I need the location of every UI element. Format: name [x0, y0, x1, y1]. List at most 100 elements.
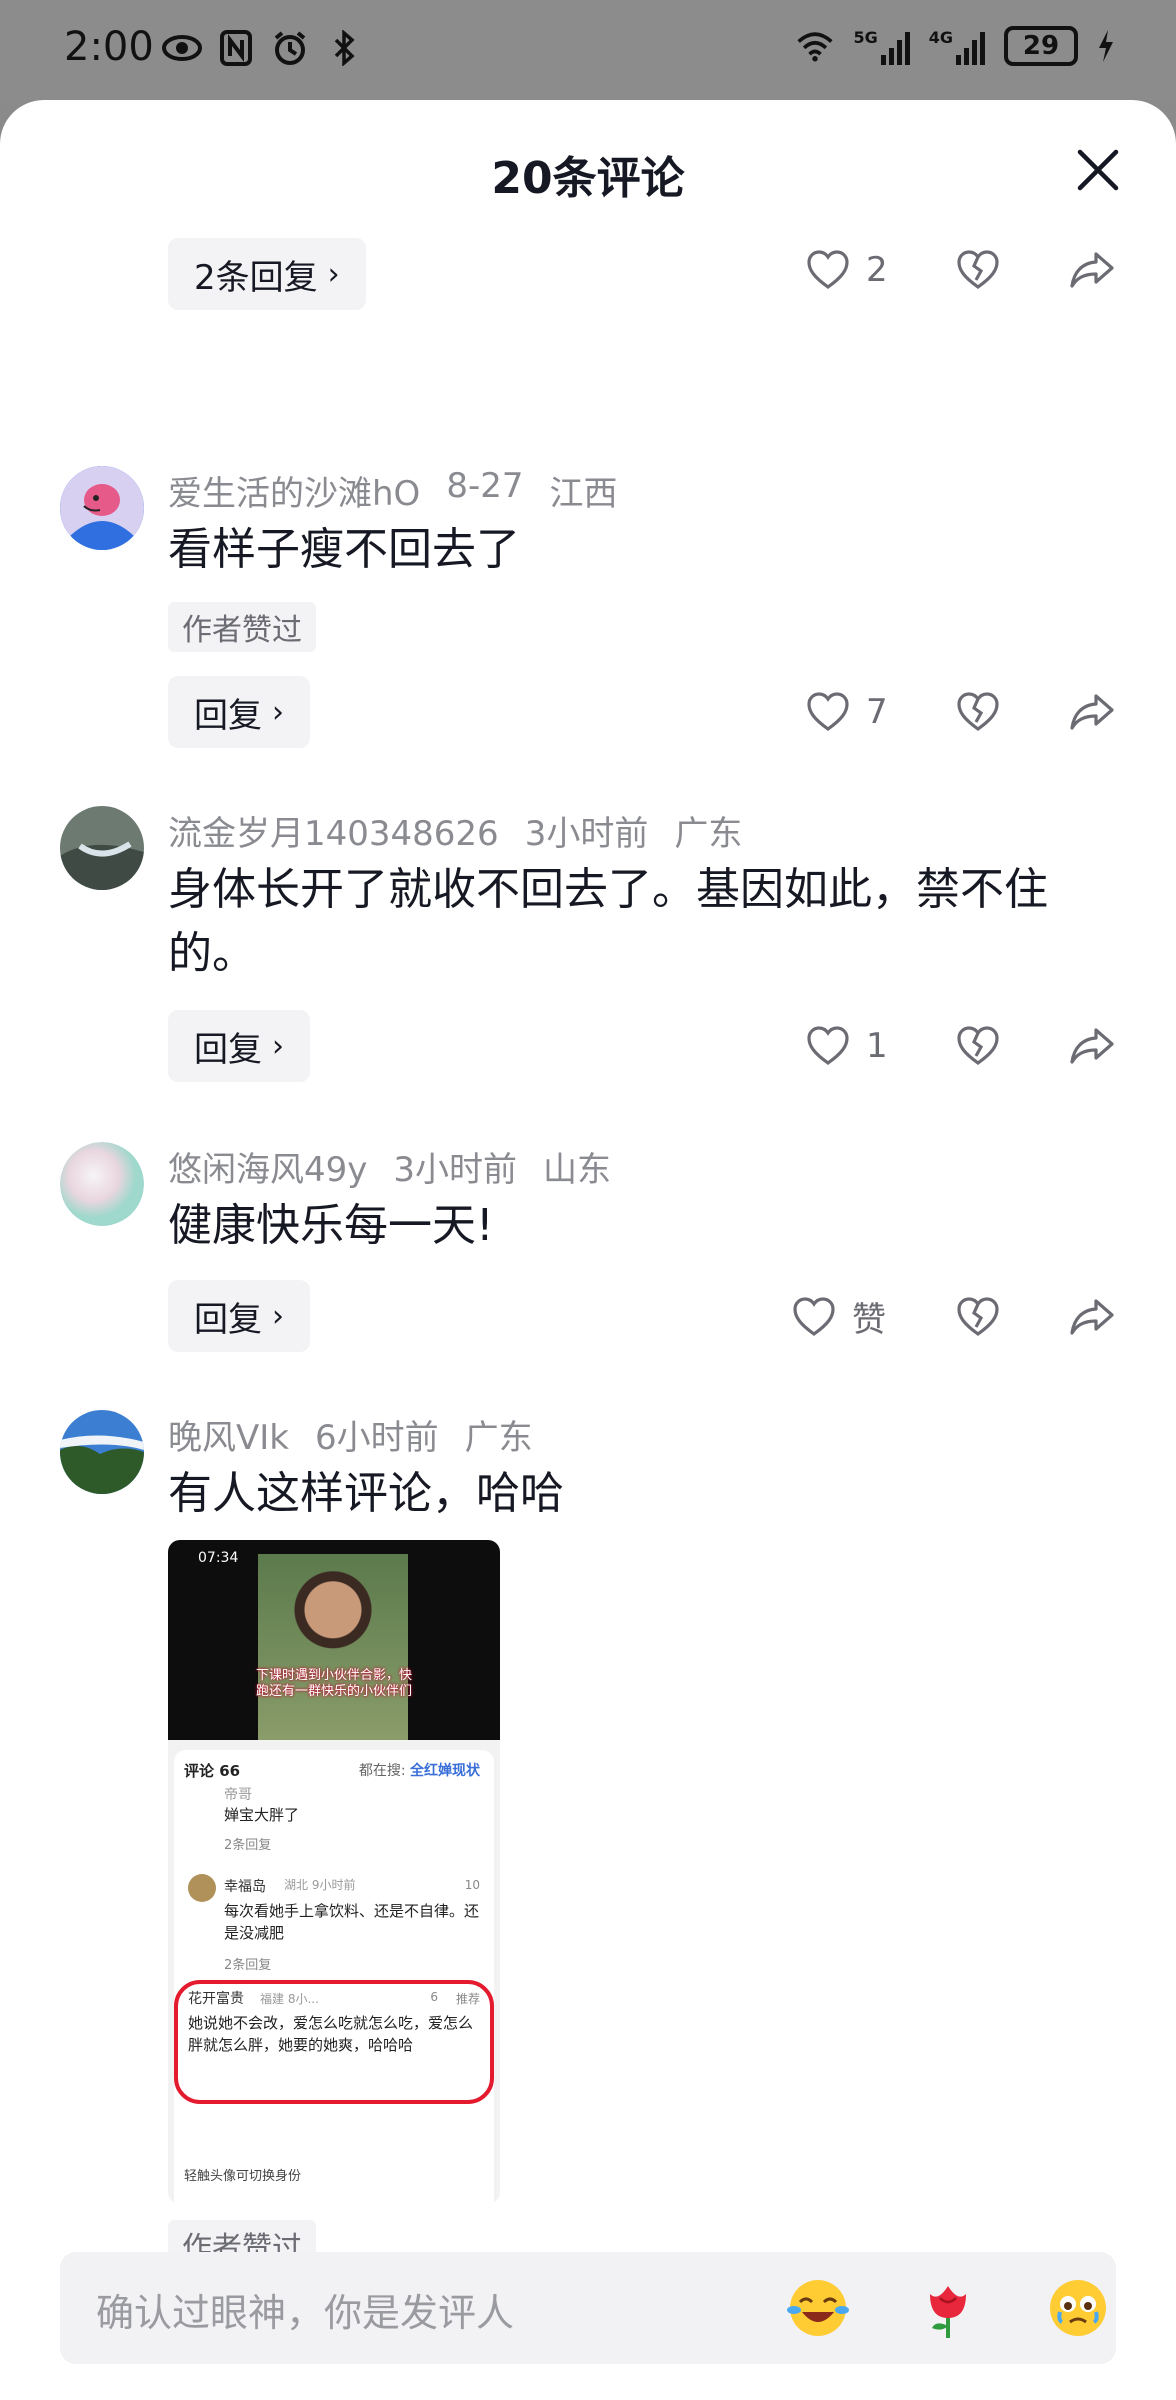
signal-4g-icon: 4G	[929, 28, 986, 65]
embed-search-prefix: 都在搜:	[358, 1763, 406, 1779]
embed-footer-hint: 轻触头像可切换身份	[184, 2169, 302, 2184]
heart-icon	[807, 692, 849, 731]
comment-text: 有人这样评论，哈哈	[168, 1468, 564, 1519]
broken-heart-icon[interactable]	[954, 1293, 1002, 1341]
view-replies-label: 2条回复	[194, 257, 318, 298]
avatar[interactable]	[60, 1410, 144, 1494]
comment-username[interactable]: 悠闲海风49y	[168, 1142, 367, 1191]
like-count: 赞	[852, 1300, 886, 1340]
heart-icon	[807, 250, 849, 289]
tearful-emoji-icon[interactable]	[1046, 2276, 1110, 2340]
comment-input-bar[interactable]: 确认过眼神，你是发评人	[60, 2252, 1116, 2364]
broken-heart-icon[interactable]	[954, 688, 1002, 736]
comment-time: 3小时前	[393, 1150, 518, 1190]
bluetooth-icon	[324, 28, 364, 68]
red-highlight-circle	[174, 1980, 494, 2104]
comment-list[interactable]: 2条回复 › 2 爱生活的沙滩hO 8-27 江西 看样子瘦不回去了 作者赞过 …	[0, 230, 1176, 2330]
comment-input-placeholder[interactable]: 确认过眼神，你是发评人	[96, 2282, 514, 2337]
embed-video-frame: 07:34 下课时遇到小伙伴合影，快跑还有一群快乐的小伙伴们	[168, 1540, 500, 1740]
author-liked-tag: 作者赞过	[168, 602, 316, 652]
comment-actions: 赞	[793, 1292, 1116, 1341]
embed-c2-likes: 10	[464, 1878, 480, 1892]
embed-person-photo	[258, 1554, 408, 1740]
net-label-5g: 5G	[853, 27, 878, 47]
embed-status-time: 07:34	[198, 1550, 239, 1566]
embed-c1-text: 婵宝大胖了	[224, 1806, 300, 1824]
reply-label: 回复	[194, 1299, 262, 1340]
battery-indicator: 29	[1004, 26, 1078, 66]
view-replies-button[interactable]: 2条回复 ›	[168, 238, 366, 310]
status-bar: 2:00 5G 4G 29	[0, 0, 1176, 100]
broken-heart-icon[interactable]	[954, 1022, 1002, 1070]
laughing-crying-emoji-icon[interactable]	[786, 2276, 850, 2340]
reply-button[interactable]: 回复 ›	[168, 676, 310, 748]
eye-icon	[162, 28, 202, 68]
like-button[interactable]: 7	[804, 688, 914, 736]
embed-c1-replies: 2条回复	[224, 1838, 272, 1853]
rose-emoji-icon[interactable]	[916, 2276, 980, 2340]
comment-actions: 2	[804, 246, 1116, 294]
share-icon[interactable]	[1068, 688, 1116, 736]
comment-actions: 7	[804, 688, 1116, 736]
chevron-right-icon: ›	[327, 256, 340, 292]
comment-meta: 晚风VIk 6小时前 广东	[168, 1410, 533, 1459]
avatar[interactable]	[60, 1142, 144, 1226]
avatar[interactable]	[60, 806, 144, 890]
comment-time: 3小时前	[524, 814, 649, 854]
embed-c2-text: 每次看她手上拿饮料、还是不自律。还是没减肥	[224, 1902, 480, 1942]
like-count: 2	[866, 250, 888, 290]
broken-heart-icon[interactable]	[954, 246, 1002, 294]
embed-avatar	[188, 1874, 216, 1902]
comment-text: 看样子瘦不回去了	[168, 524, 520, 575]
wifi-icon	[795, 26, 835, 66]
comment-actions: 1	[804, 1022, 1116, 1070]
share-icon[interactable]	[1068, 1293, 1116, 1341]
reply-button[interactable]: 回复 ›	[168, 1280, 310, 1352]
avatar[interactable]	[60, 466, 144, 550]
reply-label: 回复	[194, 695, 262, 736]
reply-button[interactable]: 回复 ›	[168, 1010, 310, 1082]
chevron-right-icon: ›	[272, 1028, 284, 1064]
sheet-title: 20条评论	[491, 153, 685, 204]
comment-text: 健康快乐每一天!	[168, 1200, 494, 1251]
comment-location: 山东	[543, 1150, 612, 1190]
embed-c2-replies: 2条回复	[224, 1958, 272, 1973]
comment-text: 身体长开了就收不回去了。基因如此，禁不住的。	[168, 864, 1048, 979]
net-label-4g: 4G	[928, 27, 953, 47]
comment-meta: 流金岁月140348626 3小时前 广东	[168, 806, 742, 855]
comment-username[interactable]: 流金岁月140348626	[168, 806, 499, 855]
comment-meta: 爱生活的沙滩hO 8-27 江西	[168, 466, 617, 515]
heart-icon	[807, 1026, 849, 1065]
comment-meta: 悠闲海风49y 3小时前 山东	[168, 1142, 611, 1191]
comment-location: 广东	[464, 1418, 533, 1458]
comment-username[interactable]: 爱生活的沙滩hO	[168, 466, 420, 515]
comments-sheet: 20条评论 2条回复 › 2 爱生活的沙滩hO 8-27 江西 看样子瘦不回去了…	[0, 100, 1176, 2400]
embed-c2-user: 幸福岛	[224, 1879, 266, 1895]
share-icon[interactable]	[1068, 246, 1116, 294]
comment-location: 广东	[674, 814, 743, 854]
embed-c1-user: 帝哥	[224, 1787, 252, 1803]
comment-time: 8-27	[446, 466, 524, 506]
signal-5g-icon: 5G	[853, 28, 910, 65]
comment-time: 6小时前	[314, 1418, 439, 1458]
share-icon[interactable]	[1068, 1022, 1116, 1070]
embed-video-caption: 下课时遇到小伙伴合影，快跑还有一群快乐的小伙伴们	[255, 1668, 412, 1699]
comment-image[interactable]: 07:34 下课时遇到小伙伴合影，快跑还有一群快乐的小伙伴们 评论 66 都在搜…	[168, 1540, 500, 2204]
embed-comment-panel: 评论 66 都在搜: 全红婵现状 帝哥 婵宝大胖了 2条回复 幸福岛 10 湖北…	[174, 1750, 494, 2204]
status-time: 2:00	[64, 24, 154, 70]
like-button[interactable]: 1	[804, 1022, 914, 1070]
heart-icon	[793, 1296, 835, 1336]
like-button[interactable]: 赞	[790, 1292, 914, 1341]
reply-label: 回复	[194, 1029, 262, 1070]
alarm-icon	[270, 28, 310, 68]
close-icon[interactable]	[1076, 148, 1120, 192]
chevron-right-icon: ›	[272, 1298, 284, 1334]
embed-c2-meta: 湖北 9小时前	[284, 1878, 356, 1892]
embed-panel-title: 评论 66	[184, 1762, 241, 1780]
embed-search-term: 全红婵现状	[410, 1763, 480, 1779]
chevron-right-icon: ›	[272, 694, 284, 730]
comment-username[interactable]: 晚风VIk	[168, 1410, 289, 1459]
like-button[interactable]: 2	[804, 246, 914, 294]
like-count: 1	[866, 1026, 888, 1066]
comment-location: 江西	[549, 474, 618, 514]
